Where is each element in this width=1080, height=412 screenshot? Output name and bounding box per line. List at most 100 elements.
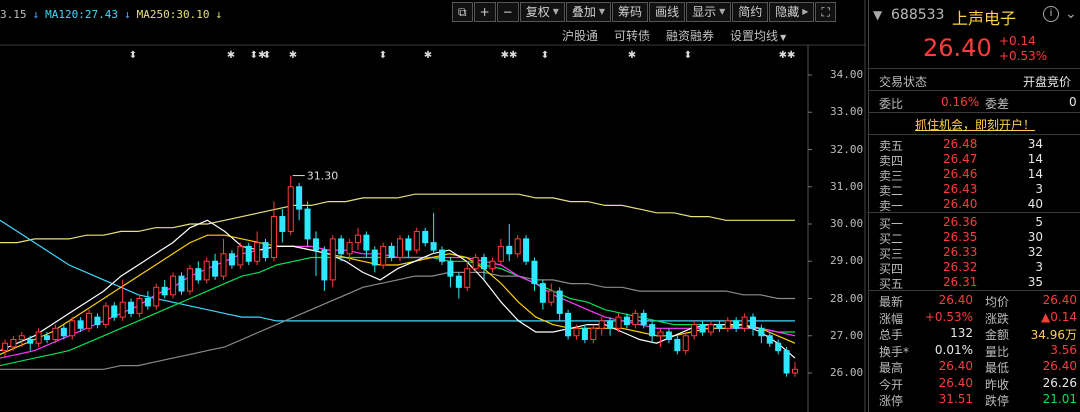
price-change-percent: +0.53% — [999, 49, 1048, 63]
candle-body — [136, 298, 143, 314]
candle-body — [186, 268, 193, 292]
candle-body — [52, 327, 59, 340]
stats-row: 涨停 31.51 跌停 21.01 — [869, 392, 1080, 408]
adjust-rights-button[interactable]: 复权 ▼ — [519, 2, 565, 22]
zoom-out-button[interactable]: − — [496, 2, 519, 22]
plus-icon: + — [479, 5, 490, 19]
candle-body — [573, 327, 580, 337]
ask-volume: 40 — [1027, 197, 1043, 211]
candle-body — [741, 316, 748, 329]
price-block: 26.40 +0.14 +0.53% — [869, 34, 1080, 64]
chips-button[interactable]: 筹码 — [612, 2, 649, 22]
triangle-down-icon: ▼ — [780, 33, 787, 42]
fullscreen-button[interactable]: ⛶ — [815, 2, 836, 22]
bid-row[interactable]: 买一 26.36 5 — [869, 215, 1080, 231]
candle-body — [623, 316, 630, 326]
candle-body — [590, 327, 597, 340]
candle-body — [716, 324, 723, 329]
candle-body — [447, 260, 454, 277]
ask-row[interactable]: 卖二 26.43 3 — [869, 182, 1080, 198]
zoom-in-button[interactable]: + — [473, 2, 496, 22]
hk-connect-link[interactable]: 沪股通 — [562, 27, 598, 44]
candle-body — [531, 260, 538, 285]
popout-button[interactable]: ⧉ — [452, 2, 473, 22]
ask-row[interactable]: 卖五 26.48 34 — [869, 137, 1080, 153]
dropdown-arrow-icon[interactable]: ▼ — [873, 8, 882, 22]
stats-row: 涨幅 +0.53% 涨跌 ▲0.14 — [869, 310, 1080, 326]
candle-body — [161, 286, 168, 296]
info-icon[interactable]: i — [1043, 6, 1059, 22]
stat-label: 最高 — [879, 361, 904, 375]
candle-body — [228, 253, 235, 266]
event-marker-icon: ✱✱ — [779, 50, 796, 61]
stat-label: 涨跌 — [985, 311, 1010, 326]
candle-body — [472, 257, 479, 270]
candle-body — [649, 324, 656, 337]
ma120-legend: MA120:27.43 — [45, 7, 118, 21]
stat-label: 今开 — [879, 377, 904, 392]
candle-body — [640, 312, 647, 326]
candle-body — [439, 249, 446, 262]
candle-body — [615, 316, 622, 329]
candle-body — [212, 260, 219, 277]
ask-row[interactable]: 卖三 26.46 14 — [869, 167, 1080, 183]
ask-volume: 14 — [1027, 152, 1043, 166]
stats-row: 最新 26.40 均价 26.40 — [869, 293, 1080, 309]
bid-row[interactable]: 买二 26.35 30 — [869, 230, 1080, 246]
set-ma-button[interactable]: 设置均线 ▼ — [730, 27, 786, 44]
stat-value: 34.96万 — [1030, 328, 1077, 342]
candle-body — [607, 320, 614, 329]
candle-body — [657, 331, 664, 337]
simple-button[interactable]: 简约 — [732, 2, 769, 22]
candle-body — [380, 245, 387, 266]
candle-body — [128, 301, 135, 314]
draw-line-button[interactable]: 画线 — [649, 2, 686, 22]
ask-row[interactable]: 卖四 26.47 14 — [869, 152, 1080, 168]
candle-body — [94, 316, 101, 326]
stat-label: 均价 — [985, 295, 1010, 309]
candle-body — [565, 312, 572, 337]
candle-body — [1, 342, 9, 352]
bid-volume: 3 — [1035, 260, 1043, 274]
display-button[interactable]: 显示 ▼ — [686, 2, 732, 22]
candle-body — [766, 335, 773, 344]
candle-body — [27, 338, 34, 344]
stat-label: 跌停 — [985, 394, 1010, 408]
stat-label: 昨收 — [985, 377, 1010, 392]
scroll-down-icon[interactable]: ⌄ — [1065, 6, 1077, 22]
bid-price: 26.36 — [943, 215, 978, 229]
ask-row[interactable]: 卖一 26.40 40 — [869, 197, 1080, 213]
candle-body — [245, 245, 252, 262]
stock-name: 上声电子 — [952, 9, 1017, 28]
triangle-down-icon: ▼ — [719, 7, 726, 16]
ask-price: 26.47 — [943, 152, 978, 166]
bid-row[interactable]: 买三 26.33 32 — [869, 245, 1080, 261]
candle-body — [674, 338, 681, 352]
candle-body — [321, 249, 328, 281]
margin-trading-link[interactable]: 融资融券 — [666, 27, 714, 44]
stat-value: 3.56 — [1050, 342, 1077, 357]
hide-button[interactable]: 隐藏 ▶ — [769, 2, 815, 22]
open-account-banner[interactable]: 抓住机会，即刻开户！ — [869, 116, 1080, 132]
candle-body — [506, 245, 513, 255]
stat-value: 0.01% — [934, 342, 973, 357]
fullscreen-icon: ⛶ — [821, 5, 830, 19]
stat-value: 26.40 — [1042, 359, 1077, 373]
candle-body — [464, 268, 471, 288]
candlestick-chart[interactable]: ⬍ ✱ ⬍✱⬍ ✱ ⬍ ✱ ✱✱ ⬍ ✱ ⬍ ✱✱31.30 — [0, 0, 866, 412]
candle-body — [556, 290, 563, 314]
ask-volume: 34 — [1027, 137, 1043, 151]
bid-row[interactable]: 买五 26.31 35 — [869, 275, 1080, 291]
event-marker-icon: ⬍ — [129, 50, 137, 61]
commission-diff: 0 — [1069, 95, 1077, 109]
bid-price: 26.32 — [943, 260, 978, 274]
convertible-bond-link[interactable]: 可转债 — [614, 27, 650, 44]
kline-chart-area[interactable]: ⬍ ✱ ⬍✱ ⬍ ✱ ⬍ ✱ ✱✱ ⬍ ✱ ⬍ ✱✱ 31.30 3.15 ↓ MA120:27.43 … — [0, 0, 866, 412]
event-marker-icon: ✱✱ — [501, 50, 518, 61]
candle-body — [144, 298, 151, 307]
candle-body — [749, 316, 757, 329]
open-account-link[interactable]: 抓住机会，即刻开户！ — [915, 118, 1035, 132]
bid-row[interactable]: 买四 26.32 3 — [869, 260, 1080, 276]
overlay-button[interactable]: 叠加 ▼ — [565, 2, 612, 22]
triangle-down-icon: ▼ — [598, 7, 606, 16]
